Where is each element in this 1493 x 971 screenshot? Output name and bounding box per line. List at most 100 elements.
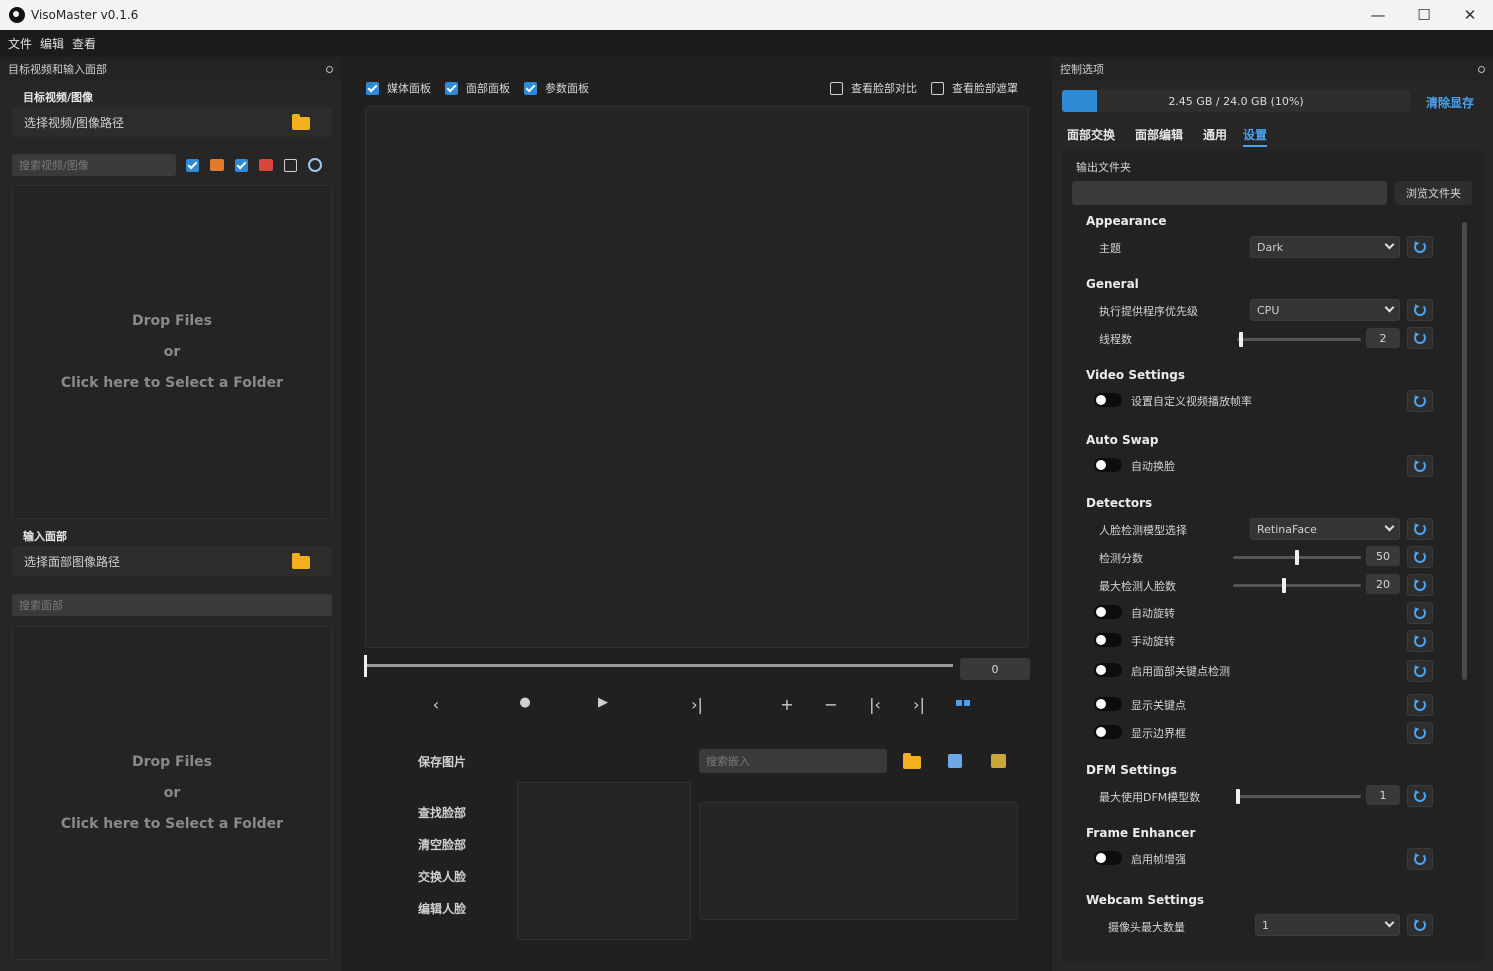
manual-rotate-toggle[interactable] [1094, 633, 1122, 647]
frame-enhancer-toggle[interactable] [1094, 851, 1122, 865]
save-embedding-icon[interactable] [948, 754, 962, 768]
menu-view[interactable]: 查看 [72, 35, 96, 52]
face-panel-checkbox[interactable] [445, 81, 458, 95]
theme-reset-button[interactable] [1407, 236, 1433, 258]
play-icon[interactable]: ▶ [591, 695, 615, 710]
minimize-button[interactable]: — [1355, 0, 1401, 30]
custom-fps-reset-button[interactable] [1407, 390, 1433, 412]
save-as-embedding-icon[interactable] [991, 754, 1006, 768]
save-image-button[interactable]: 保存图片 [418, 753, 466, 770]
detect-model-reset-button[interactable] [1407, 518, 1433, 540]
close-button[interactable]: ✕ [1447, 0, 1493, 30]
open-embedding-icon[interactable] [903, 753, 921, 769]
remove-marker-icon[interactable]: − [819, 695, 843, 714]
auto-rotate-toggle[interactable] [1094, 605, 1122, 619]
folder-icon[interactable] [292, 114, 310, 130]
embeddings-list[interactable] [699, 802, 1018, 920]
image-filter-checkbox[interactable] [186, 158, 199, 172]
video-viewer[interactable] [365, 106, 1029, 648]
target-faces-list[interactable] [517, 782, 691, 940]
center-panel: 媒体面板 面部面板 参数面板 查看脸部对比 查看脸部遮罩 0 ‹ ● ▶ ›| … [344, 58, 1047, 971]
autoswap-reset-button[interactable] [1407, 455, 1433, 477]
frame-number-input[interactable]: 0 [960, 658, 1030, 680]
swap-faces-button[interactable]: 交换人脸 [418, 868, 466, 885]
face-search-input[interactable]: 搜索面部 [12, 594, 332, 616]
clear-vram-button[interactable]: 清除显存 [1426, 94, 1474, 111]
browse-folder-button[interactable]: 浏览文件夹 [1395, 181, 1472, 205]
tab-face-edit[interactable]: 面部编辑 [1135, 126, 1183, 143]
manual-rotate-reset-button[interactable] [1407, 630, 1433, 652]
show-landmarks-toggle[interactable] [1094, 697, 1122, 711]
detect-model-select[interactable]: RetinaFace [1250, 518, 1400, 540]
prev-marker-icon[interactable]: |‹ [863, 695, 887, 714]
video-filter-checkbox[interactable] [235, 158, 248, 172]
add-marker-icon[interactable]: + [775, 695, 799, 714]
dock-icon[interactable] [1478, 65, 1485, 73]
autoswap-toggle[interactable] [1094, 458, 1122, 472]
show-landmarks-reset-button[interactable] [1407, 694, 1433, 716]
detect-score-slider[interactable] [1233, 550, 1361, 565]
provider-reset-button[interactable] [1407, 299, 1433, 321]
auto-rotate-reset-button[interactable] [1407, 602, 1433, 624]
theme-select[interactable]: Dark [1250, 236, 1400, 258]
media-panel-checkbox[interactable] [366, 81, 379, 95]
timeline-slider[interactable] [365, 664, 953, 667]
target-drop-area[interactable]: Drop Files or Click here to Select a Fol… [12, 185, 332, 519]
settings-scrollbar[interactable] [1462, 222, 1467, 680]
frame-enhancer-reset-button[interactable] [1407, 848, 1433, 870]
tab-general[interactable]: 通用 [1203, 126, 1227, 143]
custom-fps-toggle[interactable] [1094, 393, 1122, 407]
landmark-reset-button[interactable] [1407, 660, 1433, 682]
webcam-max-reset-button[interactable] [1407, 914, 1433, 936]
detect-score-knob[interactable] [1295, 550, 1299, 565]
dock-icon[interactable] [326, 65, 333, 73]
timeline-handle[interactable] [364, 655, 367, 677]
max-faces-reset-button[interactable] [1407, 574, 1433, 596]
clear-faces-button[interactable]: 清空脸部 [418, 836, 466, 853]
tab-settings[interactable]: 设置 [1243, 126, 1268, 147]
provider-select[interactable]: CPU [1250, 299, 1400, 321]
max-faces-knob[interactable] [1282, 578, 1286, 593]
landmark-label: 启用面部关键点检测 [1131, 665, 1230, 678]
face-path-row[interactable]: 选择面部图像路径 [12, 546, 332, 576]
face-drop-area[interactable]: Drop Files or Click here to Select a Fol… [12, 626, 332, 960]
params-panel-checkbox[interactable] [524, 81, 537, 95]
menu-file[interactable]: 文件 [8, 35, 32, 52]
show-bbox-reset-button[interactable] [1407, 722, 1433, 744]
menu-edit[interactable]: 编辑 [40, 35, 64, 52]
target-search-input[interactable]: 搜索视频/图像 [12, 154, 176, 176]
tab-face-swap[interactable]: 面部交换 [1067, 126, 1115, 143]
webcam-max-select[interactable]: 1 [1255, 914, 1400, 936]
detect-score-reset-button[interactable] [1407, 546, 1433, 568]
next-frame-icon[interactable]: ›| [685, 695, 709, 714]
maximize-button[interactable]: ☐ [1401, 0, 1447, 30]
next-marker-icon[interactable]: ›| [907, 695, 931, 714]
dfm-slider[interactable] [1236, 789, 1361, 804]
detect-model-label: 人脸检测模型选择 [1099, 524, 1187, 537]
threads-value[interactable]: 2 [1366, 328, 1400, 348]
webcam-icon[interactable] [308, 158, 322, 172]
target-path-row[interactable]: 选择视频/图像路径 [12, 107, 332, 137]
prev-frame-icon[interactable]: ‹ [424, 695, 448, 714]
threads-slider-knob[interactable] [1239, 332, 1243, 347]
embedding-search-input[interactable]: 搜索嵌入 [699, 749, 887, 773]
threads-slider[interactable] [1237, 332, 1361, 347]
detect-score-value[interactable]: 50 [1366, 546, 1400, 566]
max-faces-value[interactable]: 20 [1366, 574, 1400, 594]
find-faces-button[interactable]: 查找脸部 [418, 804, 466, 821]
face-compare-checkbox[interactable] [830, 81, 843, 95]
output-folder-input[interactable] [1072, 181, 1387, 205]
record-icon[interactable]: ● [513, 695, 537, 710]
landmark-toggle[interactable] [1094, 663, 1122, 677]
max-faces-slider[interactable] [1233, 578, 1361, 593]
show-bbox-toggle[interactable] [1094, 725, 1122, 739]
dfm-value[interactable]: 1 [1366, 785, 1400, 805]
webcam-filter-checkbox[interactable] [284, 158, 297, 172]
dfm-knob[interactable] [1236, 789, 1240, 804]
folder-icon[interactable] [292, 553, 310, 569]
edit-faces-button[interactable]: 编辑人脸 [418, 900, 466, 917]
face-mask-checkbox[interactable] [931, 81, 944, 95]
dfm-reset-button[interactable] [1407, 785, 1433, 807]
threads-reset-button[interactable] [1407, 327, 1433, 349]
fullscreen-icon[interactable]: ▪▪ [951, 695, 975, 709]
